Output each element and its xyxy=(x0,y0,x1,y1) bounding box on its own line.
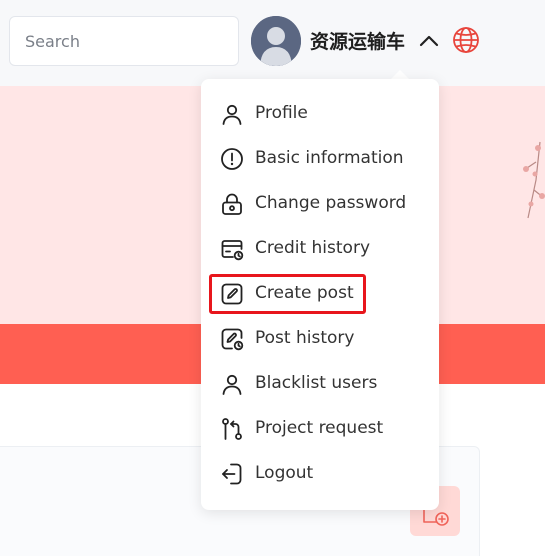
post-history-icon xyxy=(221,328,244,351)
menu-item-basic-information[interactable]: Basic information xyxy=(201,139,439,179)
user-dropdown-menu: Profile Basic information Change passwor… xyxy=(201,79,439,510)
chevron-up-icon[interactable] xyxy=(418,30,440,52)
menu-item-label: Change password xyxy=(255,193,407,213)
menu-item-create-post[interactable]: Create post xyxy=(201,274,439,314)
avatar-silhouette-icon xyxy=(251,16,301,66)
user-blacklist-icon xyxy=(222,374,242,395)
menu-item-label: Blacklist users xyxy=(255,373,378,393)
menu-item-label: Project request xyxy=(255,418,384,438)
menu-item-label: Profile xyxy=(255,103,308,123)
menu-item-label: Post history xyxy=(255,328,355,348)
menu-item-project-request[interactable]: Project request xyxy=(201,409,439,449)
blossom-decoration-icon xyxy=(523,141,545,219)
user-icon xyxy=(222,104,242,125)
info-circle-icon xyxy=(221,148,243,170)
username[interactable]: 资源运输车 xyxy=(310,27,405,54)
menu-item-credit-history[interactable]: Credit history xyxy=(201,229,439,269)
menu-item-label: Credit history xyxy=(255,238,370,258)
lock-icon xyxy=(222,193,242,215)
git-pull-request-icon xyxy=(222,418,242,440)
menu-item-label: Create post xyxy=(255,283,354,303)
menu-item-post-history[interactable]: Post history xyxy=(201,319,439,359)
user-avatar[interactable] xyxy=(251,16,301,66)
credit-card-history-icon xyxy=(221,240,244,261)
edit-post-icon xyxy=(221,283,243,305)
menu-item-blacklist-users[interactable]: Blacklist users xyxy=(201,364,439,404)
menu-item-label: Logout xyxy=(255,463,314,483)
menu-item-logout[interactable]: Logout xyxy=(201,454,439,494)
globe-icon[interactable] xyxy=(452,26,480,54)
logout-icon xyxy=(222,463,242,485)
search-input[interactable] xyxy=(9,16,239,66)
menu-item-profile[interactable]: Profile xyxy=(201,94,439,134)
menu-item-label: Basic information xyxy=(255,148,404,168)
menu-item-change-password[interactable]: Change password xyxy=(201,184,439,224)
